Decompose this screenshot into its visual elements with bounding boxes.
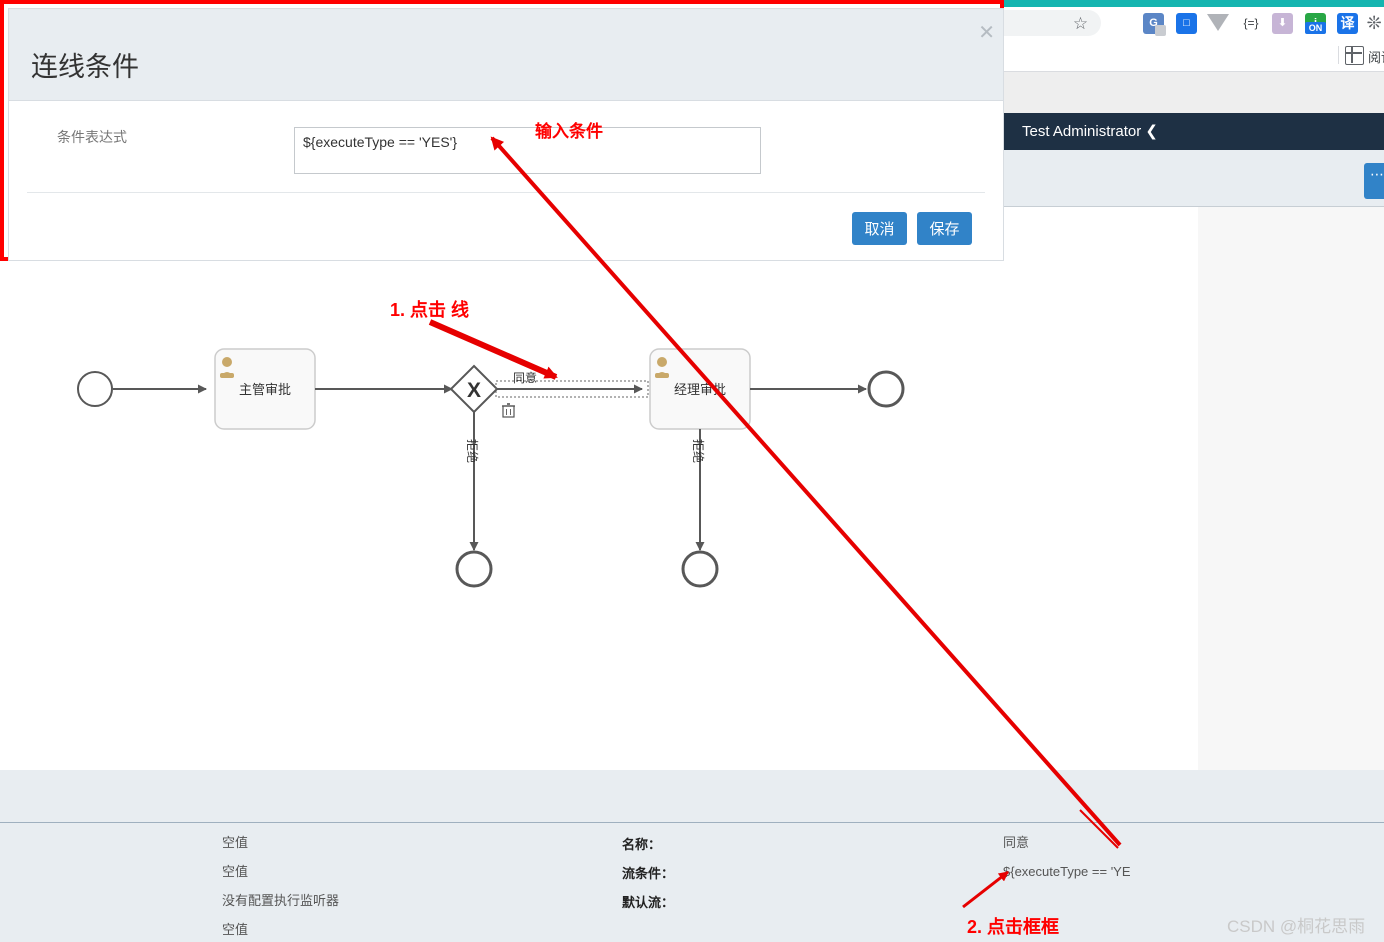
start-event xyxy=(77,371,113,407)
end-event-task-reject xyxy=(681,550,719,588)
property-value-name[interactable]: 同意 xyxy=(1003,828,1343,857)
reading-list-label[interactable]: 阅读 xyxy=(1368,47,1384,66)
dialog-header xyxy=(9,9,1003,101)
task-manager-approval-label: 主管审批 xyxy=(239,382,291,397)
bpmn-diagram[interactable]: 主管审批 X 同意 拒绝 经理审批 拒绝 xyxy=(0,207,1198,770)
exclusive-gateway-symbol: X xyxy=(467,379,481,402)
save-button[interactable]: 保存 xyxy=(917,212,972,245)
app-top-gap xyxy=(1003,72,1384,113)
flow-gateway-reject-label: 拒绝 xyxy=(465,439,480,463)
pocket-extension-icon[interactable]: ⬇ xyxy=(1272,13,1293,34)
property-value-flow-condition[interactable]: ${executeType == 'YE xyxy=(1003,857,1343,886)
property-label-name: 名称： xyxy=(622,837,662,852)
condition-expression-input[interactable] xyxy=(294,127,761,174)
json-viewer-extension-icon[interactable]: {=} xyxy=(1240,14,1262,33)
vue-devtools-extension-icon[interactable] xyxy=(1207,14,1229,31)
cancel-button[interactable]: 取消 xyxy=(852,212,907,245)
translate-extension-icon[interactable]: 译 xyxy=(1337,13,1358,34)
app-toolbar xyxy=(1003,150,1384,207)
screen-root: ☆ G □ {=} ⬇ i ON 译 ❊ 阅读 Test Administrat… xyxy=(0,0,1384,942)
flow-task-reject-label: 拒绝 xyxy=(691,439,706,463)
chevron-down-icon: ❮ xyxy=(1145,123,1158,140)
connection-condition-dialog: 连线条件 ✕ 条件表达式 取消 保存 xyxy=(8,8,1004,261)
properties-values-column: 空值 空值 没有配置执行监听器 空值 xyxy=(222,828,602,942)
property-value: 没有配置执行监听器 xyxy=(222,893,340,908)
annotation-input-condition: 输入条件 xyxy=(535,122,603,141)
bookmarks-bar xyxy=(1003,40,1384,72)
reading-list-grid-icon[interactable] xyxy=(1345,46,1364,65)
bookmark-star-icon[interactable]: ☆ xyxy=(1072,15,1089,32)
bookmark-manager-extension-icon[interactable]: □ xyxy=(1176,13,1197,34)
delete-trash-icon xyxy=(502,403,515,418)
properties-labels-column: 名称： 流条件： 默认流： xyxy=(622,830,962,917)
csdn-watermark: CSDN @桐花思雨 xyxy=(1227,917,1366,936)
task-director-approval-label: 经理审批 xyxy=(674,382,726,397)
bpmn-canvas-outside xyxy=(1198,207,1384,770)
dialog-highlight-box: 连线条件 ✕ 条件表达式 取消 保存 xyxy=(0,0,1004,261)
google-translate-extension-icon[interactable]: G xyxy=(1143,13,1166,36)
dialog-title: 连线条件 xyxy=(31,52,139,82)
condition-expression-label: 条件表达式 xyxy=(57,129,127,145)
end-event-gateway-reject xyxy=(455,550,493,588)
properties-divider xyxy=(0,822,1384,823)
toolbar-action-button[interactable]: ⋯ xyxy=(1364,163,1384,199)
dialog-footer-divider xyxy=(27,192,985,193)
property-value: 空值 xyxy=(222,922,249,937)
annotation-step-1: 1. 点击 线 xyxy=(390,300,470,320)
property-value: 空值 xyxy=(222,864,249,879)
bookmarks-divider xyxy=(1338,46,1339,64)
navbar-user-menu[interactable]: Test Administrator ❮ xyxy=(1022,122,1158,140)
browser-tabstrip-teal xyxy=(1003,0,1384,7)
close-icon[interactable]: ✕ xyxy=(978,23,995,43)
flow-agree-label: 同意 xyxy=(513,370,537,385)
annotation-step-2: 2. 点击框框 xyxy=(967,917,1060,937)
adblock-on-badge: ON xyxy=(1305,22,1326,34)
end-event-right xyxy=(867,370,905,408)
navbar-user-name: Test Administrator xyxy=(1022,123,1142,140)
properties-right-column: 同意 ${executeType == 'YE xyxy=(1003,828,1343,886)
extensions-puzzle-icon[interactable]: ❊ xyxy=(1364,13,1384,33)
property-label-flow-condition: 流条件： xyxy=(622,866,675,881)
property-value: 空值 xyxy=(222,835,249,850)
property-label-default-flow: 默认流： xyxy=(622,895,675,910)
